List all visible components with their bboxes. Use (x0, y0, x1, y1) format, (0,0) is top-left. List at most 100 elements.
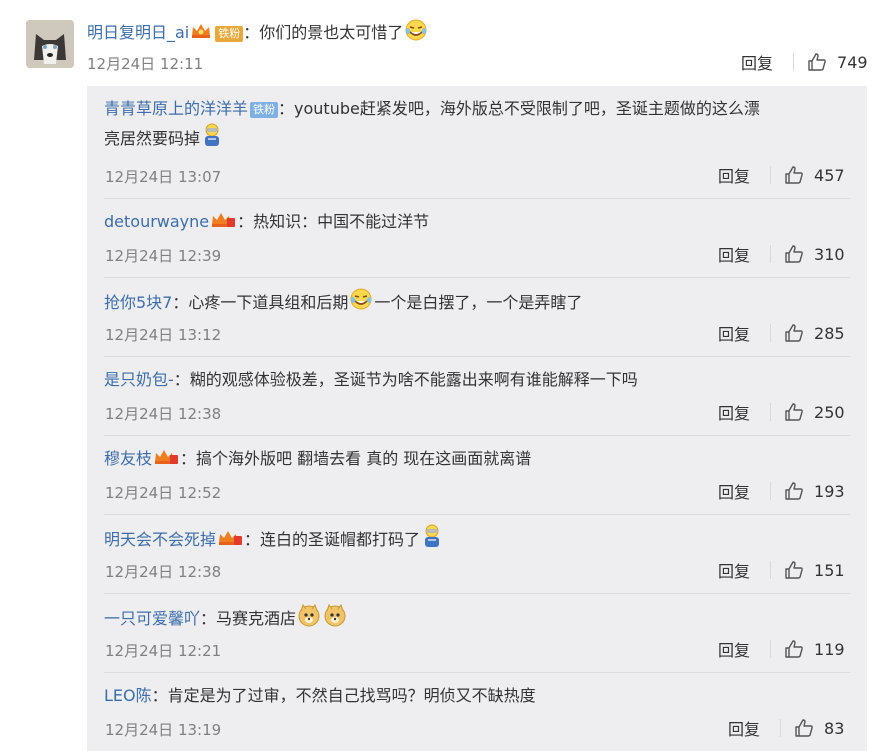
reply-content: 亮居然要码掉 (104, 129, 201, 148)
row-divider (104, 356, 850, 357)
reply-username[interactable]: 一只可爱馨吖 (104, 609, 200, 628)
like-count: 250 (814, 402, 845, 422)
comment-content: 你们的景也太可惜了 (259, 23, 404, 42)
thumbs-up-icon (785, 166, 803, 184)
reply-time: 12月24日 12:52 (105, 484, 222, 502)
vip-crown-icon (190, 21, 212, 46)
comment-time: 12月24日 12:11 (87, 55, 204, 73)
reply-actions: 回复 151 (718, 558, 845, 582)
like-button[interactable]: 250 (784, 402, 845, 422)
reply-actions: 回复 250 (718, 400, 845, 424)
reply-username[interactable]: detourwayne (104, 212, 209, 231)
mosaic-emoji-icon (421, 524, 443, 557)
divider (770, 482, 772, 500)
like-count: 119 (814, 639, 845, 659)
reply-text: 一只可爱馨吖：马赛克酒店 (104, 603, 852, 636)
reply-username[interactable]: 抢你5块7 (104, 293, 172, 312)
reply-content: 一个是白摆了，一个是弄瞎了 (374, 293, 583, 312)
thumbs-up-icon (785, 561, 803, 579)
cry-laugh-emoji-icon (404, 18, 428, 49)
like-button[interactable]: 749 (807, 52, 868, 72)
row-divider (104, 277, 850, 278)
mosaic-emoji-icon (201, 123, 223, 156)
like-count: 310 (814, 244, 845, 264)
doge-emoji-icon (297, 603, 321, 636)
reply-text: detourwayne ：热知识：中国不能过洋节 (104, 208, 852, 237)
divider (770, 640, 772, 658)
reply-content: ：肯定是为了过审，不然自己找骂吗？明侦又不缺热度 (151, 686, 536, 705)
reply-actions: 回复 119 (718, 637, 845, 661)
reply-button[interactable]: 回复 (718, 400, 750, 424)
reply-actions: 回复 457 (718, 163, 845, 187)
reply-content: ：心疼一下道具组和后期 (172, 293, 349, 312)
reply-time: 12月24日 13:19 (105, 721, 222, 739)
thumbs-up-icon (785, 245, 803, 263)
avatar[interactable] (26, 20, 74, 68)
thumbs-up-icon (785, 482, 803, 500)
row-divider (104, 593, 850, 594)
thumbs-up-icon (795, 719, 813, 737)
reply-time: 12月24日 13:12 (105, 326, 222, 344)
main-comment-username[interactable]: 明日复明日_ai (87, 23, 189, 42)
like-count: 749 (837, 52, 868, 72)
reply-actions: 回复 285 (718, 321, 845, 345)
reply-button[interactable]: 回复 (741, 50, 773, 74)
main-comment-text: 明日复明日_ai 铁粉 ：你们的景也太可惜了 (87, 18, 429, 49)
like-count: 457 (814, 165, 845, 185)
reply-time: 12月24日 12:21 (105, 642, 222, 660)
reply-username[interactable]: 青青草原上的洋洋羊 (104, 99, 248, 118)
row-divider (104, 435, 850, 436)
replies-panel: 青青草原上的洋洋羊 铁粉 ：youtube赶紧发吧，海外版总不受限制了吧，圣诞主题做… (87, 86, 867, 751)
reply-username[interactable]: 明天会不会死掉 (104, 530, 216, 549)
reply-button[interactable]: 回复 (718, 558, 750, 582)
like-button[interactable]: 285 (784, 323, 845, 343)
row-divider (104, 672, 850, 673)
reply-username[interactable]: 穆友枝 (104, 449, 152, 468)
thumbs-up-icon (785, 324, 803, 342)
reply-username[interactable]: LEO陈 (104, 686, 152, 705)
reply-username[interactable]: 是只奶包- (104, 370, 174, 389)
reply-button[interactable]: 回复 (718, 479, 750, 503)
like-button[interactable]: 457 (784, 165, 845, 185)
reply-time: 12月24日 13:07 (105, 168, 222, 186)
like-button[interactable]: 119 (784, 639, 845, 659)
like-button[interactable]: 310 (784, 244, 845, 264)
divider (770, 324, 772, 342)
reply-content: ：youtube赶紧发吧，海外版总不受限制了吧，圣诞主题做的这么漂 (278, 99, 760, 118)
vip-crown-icon (210, 209, 236, 237)
reply-content: ：热知识：中国不能过洋节 (237, 212, 430, 231)
reply-content: ：糊的观感体验极差，圣诞节为啥不能露出来啊有谁能解释一下吗 (173, 370, 638, 389)
row-divider (104, 198, 850, 199)
main-comment: 明日复明日_ai 铁粉 ：你们的景也太可惜了 12月24日 12:11 回复 749 (0, 0, 891, 90)
like-count: 193 (814, 481, 845, 501)
reply-text: LEO陈：肯定是为了过审，不然自己找骂吗？明侦又不缺热度 (104, 682, 852, 710)
text-separator: ： (243, 23, 260, 42)
fan-badge: 铁粉 (250, 101, 279, 118)
thumbs-up-icon (785, 640, 803, 658)
reply-text: 是只奶包-：糊的观感体验极差，圣诞节为啥不能露出来啊有谁能解释一下吗 (104, 366, 852, 394)
reply-text: 穆友枝 ：搞个海外版吧 翻墙去看 真的 现在这画面就离谱 (104, 445, 852, 474)
reply-content: ：搞个海外版吧 翻墙去看 真的 现在这画面就离谱 (180, 449, 532, 468)
reply-button[interactable]: 回复 (728, 716, 760, 740)
divider (780, 719, 782, 737)
fan-badge: 铁粉 (215, 25, 244, 42)
reply-text: 明天会不会死掉 ：连白的圣诞帽都打码了 (104, 524, 852, 557)
divider (793, 53, 795, 71)
reply-actions: 回复 310 (718, 242, 845, 266)
comment-actions: 回复 749 (741, 50, 868, 74)
like-button[interactable]: 151 (784, 560, 845, 580)
divider (770, 561, 772, 579)
like-count: 285 (814, 323, 845, 343)
doge-emoji-icon (323, 603, 347, 636)
cry-laugh-emoji-icon (349, 287, 373, 320)
reply-actions: 回复 193 (718, 479, 845, 503)
reply-button[interactable]: 回复 (718, 242, 750, 266)
reply-button[interactable]: 回复 (718, 637, 750, 661)
reply-time: 12月24日 12:38 (105, 563, 222, 581)
reply-button[interactable]: 回复 (718, 321, 750, 345)
vip-crown-icon (217, 527, 243, 555)
like-button[interactable]: 193 (784, 481, 845, 501)
like-button[interactable]: 83 (794, 718, 844, 738)
like-count: 151 (814, 560, 845, 580)
reply-button[interactable]: 回复 (718, 163, 750, 187)
